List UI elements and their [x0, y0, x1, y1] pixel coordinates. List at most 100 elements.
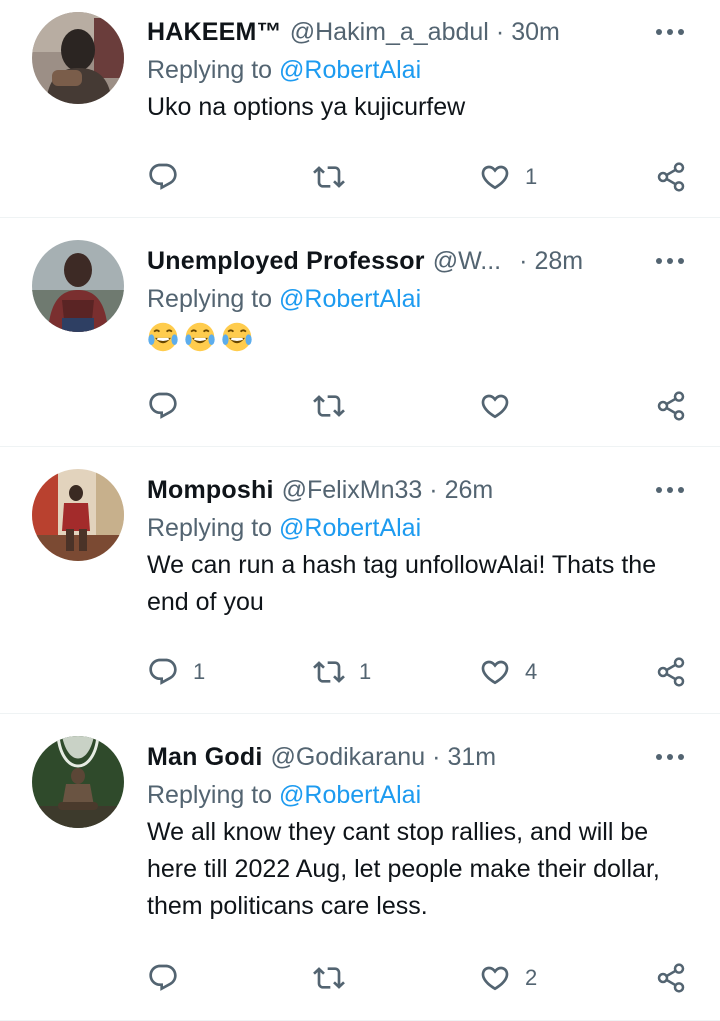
- more-icon: [656, 29, 684, 35]
- share-button[interactable]: [655, 386, 687, 426]
- more-icon: [656, 754, 684, 760]
- laughing-tears-emoji: [222, 323, 252, 352]
- like-button[interactable]: 4: [479, 652, 537, 692]
- mention-link[interactable]: @RobertAlai: [279, 56, 421, 84]
- tweet-text: Uko na options ya kujicurfew: [147, 93, 466, 121]
- separator: ·: [429, 476, 438, 504]
- replying-prefix: Replying to: [147, 781, 273, 809]
- display-name[interactable]: HAKEEM™: [147, 14, 282, 50]
- tweet-content: HAKEEM™ @Hakim_a_abdul · 30m Replying to…: [147, 14, 690, 126]
- laughing-tears-emoji: [185, 323, 215, 352]
- reply-button[interactable]: [147, 958, 193, 998]
- timestamp[interactable]: 30m: [511, 14, 560, 50]
- reply-feed: HAKEEM™ @Hakim_a_abdul · 30m Replying to…: [0, 0, 720, 1021]
- more-options-button[interactable]: [650, 480, 690, 500]
- username[interactable]: @Godikaranu: [270, 739, 425, 775]
- username[interactable]: @FelixMn33: [282, 472, 423, 508]
- mention-link[interactable]: @RobertAlai: [279, 514, 421, 542]
- separator: ·: [432, 743, 441, 771]
- share-icon: [655, 962, 687, 994]
- laughing-tears-emoji: [148, 323, 178, 352]
- tweet-actions: 1: [147, 157, 690, 197]
- display-name[interactable]: Momposhi: [147, 472, 274, 508]
- like-count: 4: [525, 659, 538, 684]
- retweet-icon: [313, 390, 345, 422]
- tweet-content: Man Godi @Godikaranu · 31m Replying to @…: [147, 739, 690, 925]
- replying-to: Replying to @RobertAlai: [147, 777, 690, 813]
- tweet[interactable]: Momposhi @FelixMn33 · 26m Replying to @R…: [0, 447, 720, 714]
- timestamp[interactable]: 28m: [534, 243, 583, 279]
- reply-icon: [147, 962, 179, 994]
- tweet-text: We all know they cant stop rallies, and …: [147, 818, 660, 920]
- retweet-icon: [313, 161, 345, 193]
- tweet-header: Man Godi @Godikaranu · 31m: [147, 739, 690, 775]
- like-icon: [479, 161, 511, 193]
- share-icon: [655, 390, 687, 422]
- username[interactable]: @W...: [433, 243, 501, 279]
- like-icon: [479, 656, 511, 688]
- avatar[interactable]: [32, 736, 124, 828]
- tweet-content: Unemployed Professor @W... · 28m Replyin…: [147, 243, 690, 355]
- like-count: 1: [525, 164, 538, 189]
- timestamp[interactable]: 26m: [445, 472, 494, 508]
- avatar[interactable]: [32, 469, 124, 561]
- replying-to: Replying to @RobertAlai: [147, 510, 690, 546]
- reply-button[interactable]: [147, 157, 193, 197]
- timestamp[interactable]: 31m: [447, 739, 496, 775]
- tweet-actions: [147, 386, 690, 426]
- retweet-button[interactable]: 1: [313, 652, 371, 692]
- tweet[interactable]: Man Godi @Godikaranu · 31m Replying to @…: [0, 714, 720, 1021]
- avatar[interactable]: [32, 240, 124, 332]
- share-icon: [655, 161, 687, 193]
- like-icon: [479, 962, 511, 994]
- replying-to: Replying to @RobertAlai: [147, 52, 690, 88]
- more-options-button[interactable]: [650, 22, 690, 42]
- mention-link[interactable]: @RobertAlai: [279, 781, 421, 809]
- like-icon: [479, 390, 511, 422]
- reply-button[interactable]: [147, 386, 193, 426]
- replying-prefix: Replying to: [147, 285, 273, 313]
- replying-to: Replying to @RobertAlai: [147, 281, 690, 317]
- reply-icon: [147, 390, 179, 422]
- display-name[interactable]: Unemployed Professor: [147, 243, 425, 279]
- tweet[interactable]: Unemployed Professor @W... · 28m Replyin…: [0, 218, 720, 447]
- more-icon: [656, 258, 684, 264]
- reply-count: 1: [193, 659, 206, 684]
- share-icon: [655, 656, 687, 688]
- retweet-button[interactable]: [313, 157, 359, 197]
- retweet-button[interactable]: [313, 958, 359, 998]
- retweet-count: 1: [359, 659, 372, 684]
- share-button[interactable]: [655, 652, 687, 692]
- replying-prefix: Replying to: [147, 514, 273, 542]
- username[interactable]: @Hakim_a_abdul: [290, 14, 489, 50]
- more-options-button[interactable]: [650, 747, 690, 767]
- like-count: 2: [525, 965, 538, 990]
- tweet-actions: 2: [147, 958, 690, 998]
- avatar[interactable]: [32, 12, 124, 104]
- separator: ·: [519, 247, 528, 275]
- tweet-header: Momposhi @FelixMn33 · 26m: [147, 472, 690, 508]
- more-options-button[interactable]: [650, 251, 690, 271]
- reply-icon: [147, 656, 179, 688]
- reply-button[interactable]: 1: [147, 652, 205, 692]
- separator: ·: [495, 18, 505, 46]
- tweet-text: [147, 318, 690, 355]
- like-button[interactable]: [479, 386, 525, 426]
- share-button[interactable]: [655, 157, 687, 197]
- like-button[interactable]: 2: [479, 958, 537, 998]
- tweet-header: HAKEEM™ @Hakim_a_abdul · 30m: [147, 14, 690, 50]
- tweet-content: Momposhi @FelixMn33 · 26m Replying to @R…: [147, 472, 690, 621]
- display-name[interactable]: Man Godi: [147, 739, 262, 775]
- retweet-icon: [313, 962, 345, 994]
- tweet-header: Unemployed Professor @W... · 28m: [147, 243, 690, 279]
- share-button[interactable]: [655, 958, 687, 998]
- retweet-icon: [313, 656, 345, 688]
- more-icon: [656, 487, 684, 493]
- tweet-actions: 1 1 4: [147, 652, 690, 692]
- like-button[interactable]: 1: [479, 157, 537, 197]
- tweet-text: We can run a hash tag unfollowAlai! That…: [147, 551, 657, 616]
- retweet-button[interactable]: [313, 386, 359, 426]
- replying-prefix: Replying to: [147, 56, 273, 84]
- mention-link[interactable]: @RobertAlai: [279, 285, 421, 313]
- tweet[interactable]: HAKEEM™ @Hakim_a_abdul · 30m Replying to…: [0, 0, 720, 218]
